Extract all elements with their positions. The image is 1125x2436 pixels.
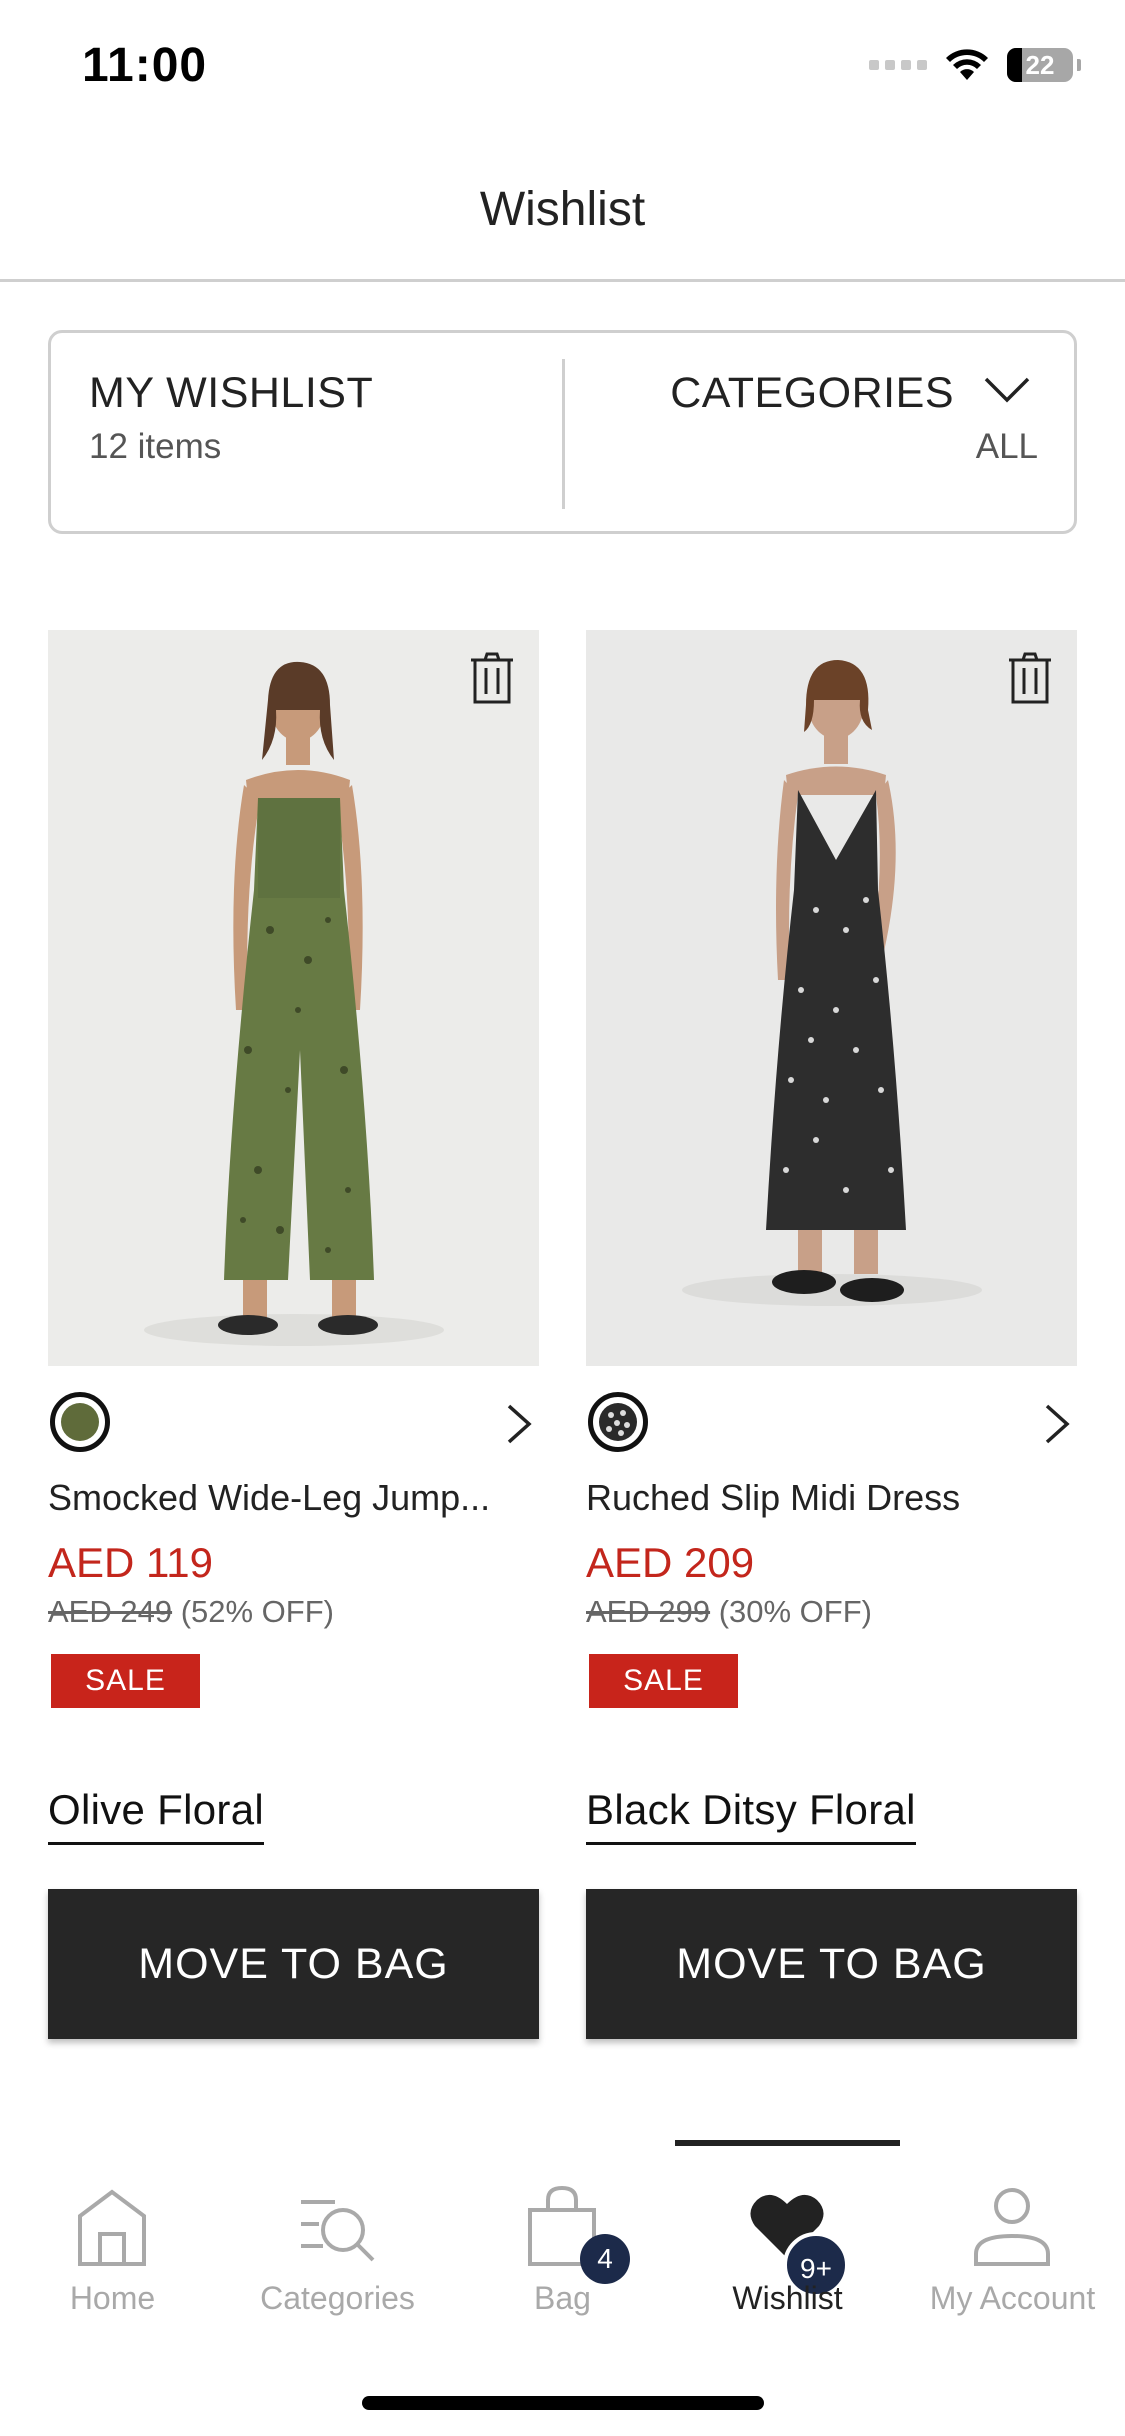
tab-bag[interactable]: 4 Bag	[450, 2184, 675, 2364]
active-tab-indicator	[675, 2140, 900, 2146]
tab-label: My Account	[929, 2280, 1096, 2316]
categories-dropdown[interactable]: CATEGORIES	[670, 369, 954, 418]
bag-count-badge: 4	[580, 2234, 630, 2284]
product-photo	[48, 630, 539, 1366]
categories-selected-value: ALL	[975, 427, 1038, 466]
tab-wishlist[interactable]: 9+ Wishlist	[675, 2184, 900, 2364]
discount-text: (30% OFF)	[718, 1594, 872, 1629]
tab-label: Categories	[260, 2280, 415, 2316]
tab-label: Wishlist	[732, 2280, 843, 2316]
tab-label: Bag	[534, 2280, 591, 2316]
swatch-row	[48, 1366, 539, 1476]
chevron-down-icon[interactable]	[982, 367, 1032, 411]
tab-label: Home	[69, 2280, 156, 2316]
home-icon	[78, 2189, 146, 2266]
color-selector[interactable]: Black Ditsy Floral	[586, 1786, 916, 1845]
wishlist-title: MY WISHLIST	[89, 369, 374, 417]
page-title: Wishlist	[479, 183, 646, 236]
swatch-color	[61, 1403, 99, 1441]
move-to-bag-button[interactable]: MOVE TO BAG	[586, 1889, 1077, 2039]
account-icon	[974, 2188, 1050, 2266]
trash-icon[interactable]	[1007, 652, 1053, 704]
wishlist-summary: MY WISHLIST 12 items CATEGORIES ALL	[48, 330, 1077, 534]
product-price: AED 209	[586, 1539, 755, 1586]
color-swatch[interactable]	[588, 1392, 648, 1452]
categories-search-icon	[301, 2200, 375, 2262]
tab-home[interactable]: Home	[0, 2184, 225, 2364]
original-price-row: AED 299 (30% OFF)	[586, 1592, 1077, 1632]
wifi-icon	[946, 49, 988, 80]
page-header: Wishlist	[0, 140, 1125, 282]
summary-divider	[562, 359, 565, 509]
battery-level: 22	[1025, 49, 1055, 80]
cellular-signal-icon	[869, 60, 927, 70]
swatch-color	[599, 1403, 637, 1441]
trash-icon[interactable]	[469, 652, 515, 704]
home-indicator	[362, 2396, 764, 2410]
color-selector[interactable]: Olive Floral	[48, 1786, 264, 1845]
product-image[interactable]	[586, 630, 1077, 1366]
original-price: AED 299	[586, 1594, 711, 1629]
discount-text: (52% OFF)	[180, 1594, 334, 1629]
tab-my-account[interactable]: My Account	[900, 2184, 1125, 2364]
original-price-row: AED 249 (52% OFF)	[48, 1592, 539, 1632]
sale-badge: SALE	[51, 1654, 200, 1708]
product-name[interactable]: Ruched Slip Midi Dress	[586, 1476, 1077, 1520]
chevron-right-icon[interactable]	[503, 1402, 533, 1446]
product-card: Ruched Slip Midi Dress AED 209 AED 299 (…	[586, 630, 1077, 2039]
status-time: 11:00	[82, 39, 208, 92]
move-to-bag-button[interactable]: MOVE TO BAG	[48, 1889, 539, 2039]
product-name[interactable]: Smocked Wide-Leg Jump...	[48, 1476, 539, 1520]
product-photo	[586, 630, 1077, 1366]
bottom-tab-bar: Home Categories 4 Bag 9+ Wishlist My Acc…	[0, 2140, 1125, 2436]
wishlist-count: 12 items	[89, 427, 222, 466]
swatch-row	[586, 1366, 1077, 1476]
original-price: AED 249	[48, 1594, 173, 1629]
status-icons: 22	[869, 48, 1081, 82]
color-swatch[interactable]	[50, 1392, 110, 1452]
product-card: Smocked Wide-Leg Jump... AED 119 AED 249…	[48, 630, 539, 2039]
tab-categories[interactable]: Categories	[225, 2184, 450, 2364]
product-price: AED 119	[48, 1539, 213, 1586]
status-bar: 11:00 22	[0, 0, 1125, 140]
battery-icon: 22	[1007, 48, 1073, 82]
product-image[interactable]	[48, 630, 539, 1366]
chevron-right-icon[interactable]	[1041, 1402, 1071, 1446]
sale-badge: SALE	[589, 1654, 738, 1708]
